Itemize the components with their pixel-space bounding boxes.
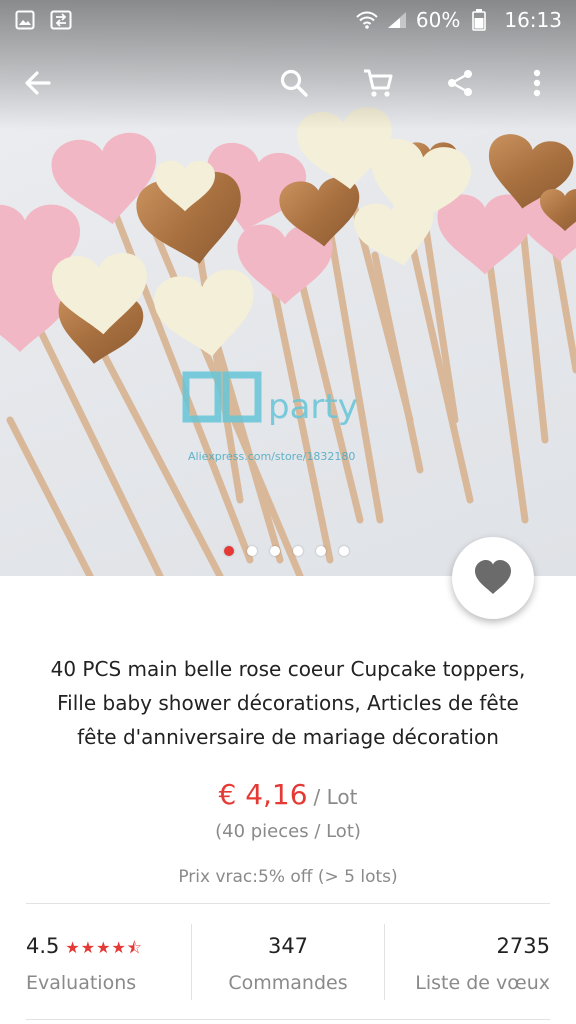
gallery-notification-icon	[14, 10, 36, 30]
share-button[interactable]	[436, 59, 484, 107]
signal-icon	[386, 10, 408, 30]
status-bar: 60% 16:13	[0, 0, 576, 40]
app-bar	[0, 52, 576, 114]
watermark-url: Aliexpress.com/store/1832180	[188, 450, 355, 463]
wishlist-count: 2735	[496, 934, 550, 958]
rating-stars: ★★★★⯪	[65, 938, 143, 957]
carousel-dot[interactable]	[316, 546, 326, 556]
carousel-dot[interactable]	[224, 546, 234, 556]
orders-count: 347	[267, 934, 309, 958]
product-title-line-1: 40 PCS main belle rose coeur Cupcake top…	[50, 657, 526, 681]
more-options-button[interactable]	[513, 59, 561, 107]
wishlist-label: Liste de vœux	[415, 972, 550, 994]
cart-button[interactable]	[354, 59, 402, 107]
wifi-icon	[356, 10, 378, 30]
carousel-dot[interactable]	[293, 546, 303, 556]
back-button[interactable]	[14, 59, 62, 107]
product-detail-screen: party Aliexpress.com/store/1832180 60% 1…	[0, 0, 576, 1024]
product-title-line-2: Fille baby shower décorations, Articles …	[57, 691, 519, 715]
divider	[26, 1019, 550, 1020]
bulk-price[interactable]: Prix vrac:5% off (> 5 lots)	[0, 867, 576, 887]
wishlist-stat[interactable]: 2735 Liste de vœux	[384, 904, 576, 1018]
carousel-dot[interactable]	[339, 546, 349, 556]
carousel-dot[interactable]	[270, 546, 280, 556]
rating-stat[interactable]: 4.5 ★★★★⯪ Evaluations	[0, 904, 192, 1018]
clock: 16:13	[504, 8, 562, 32]
battery-percent: 60%	[415, 8, 461, 32]
cart-icon	[364, 69, 393, 97]
product-stats: 4.5 ★★★★⯪ Evaluations 347 Commandes 2735 …	[0, 904, 576, 1018]
arrow-left-icon	[25, 71, 51, 95]
transfer-notification-icon	[50, 10, 72, 30]
battery-icon	[468, 9, 490, 31]
share-icon	[448, 70, 472, 96]
watermark: party Aliexpress.com/store/1832180	[182, 371, 358, 463]
carousel-indicator	[224, 546, 349, 556]
product-title-line-3: fête d'anniversaire de mariage décoratio…	[77, 725, 499, 749]
pieces-per-lot: (40 pieces / Lot)	[215, 821, 361, 842]
watermark-brand: party	[268, 387, 358, 427]
rating-value: 4.5	[26, 934, 60, 958]
product-title: 40 PCS main belle rose coeur Cupcake top…	[30, 652, 546, 754]
search-button[interactable]	[270, 59, 318, 107]
price-unit: / Lot	[313, 785, 358, 809]
heart-icon	[475, 560, 511, 594]
price-row: € 4,16/ Lot	[0, 778, 576, 811]
add-to-wishlist-button[interactable]	[452, 537, 534, 619]
rating-label: Evaluations	[26, 972, 137, 994]
search-icon	[280, 69, 308, 97]
carousel-dot[interactable]	[247, 546, 257, 556]
orders-stat[interactable]: 347 Commandes	[192, 904, 384, 1018]
orders-label: Commandes	[228, 972, 348, 994]
more-vertical-icon	[533, 69, 541, 97]
price: € 4,16	[218, 778, 308, 811]
